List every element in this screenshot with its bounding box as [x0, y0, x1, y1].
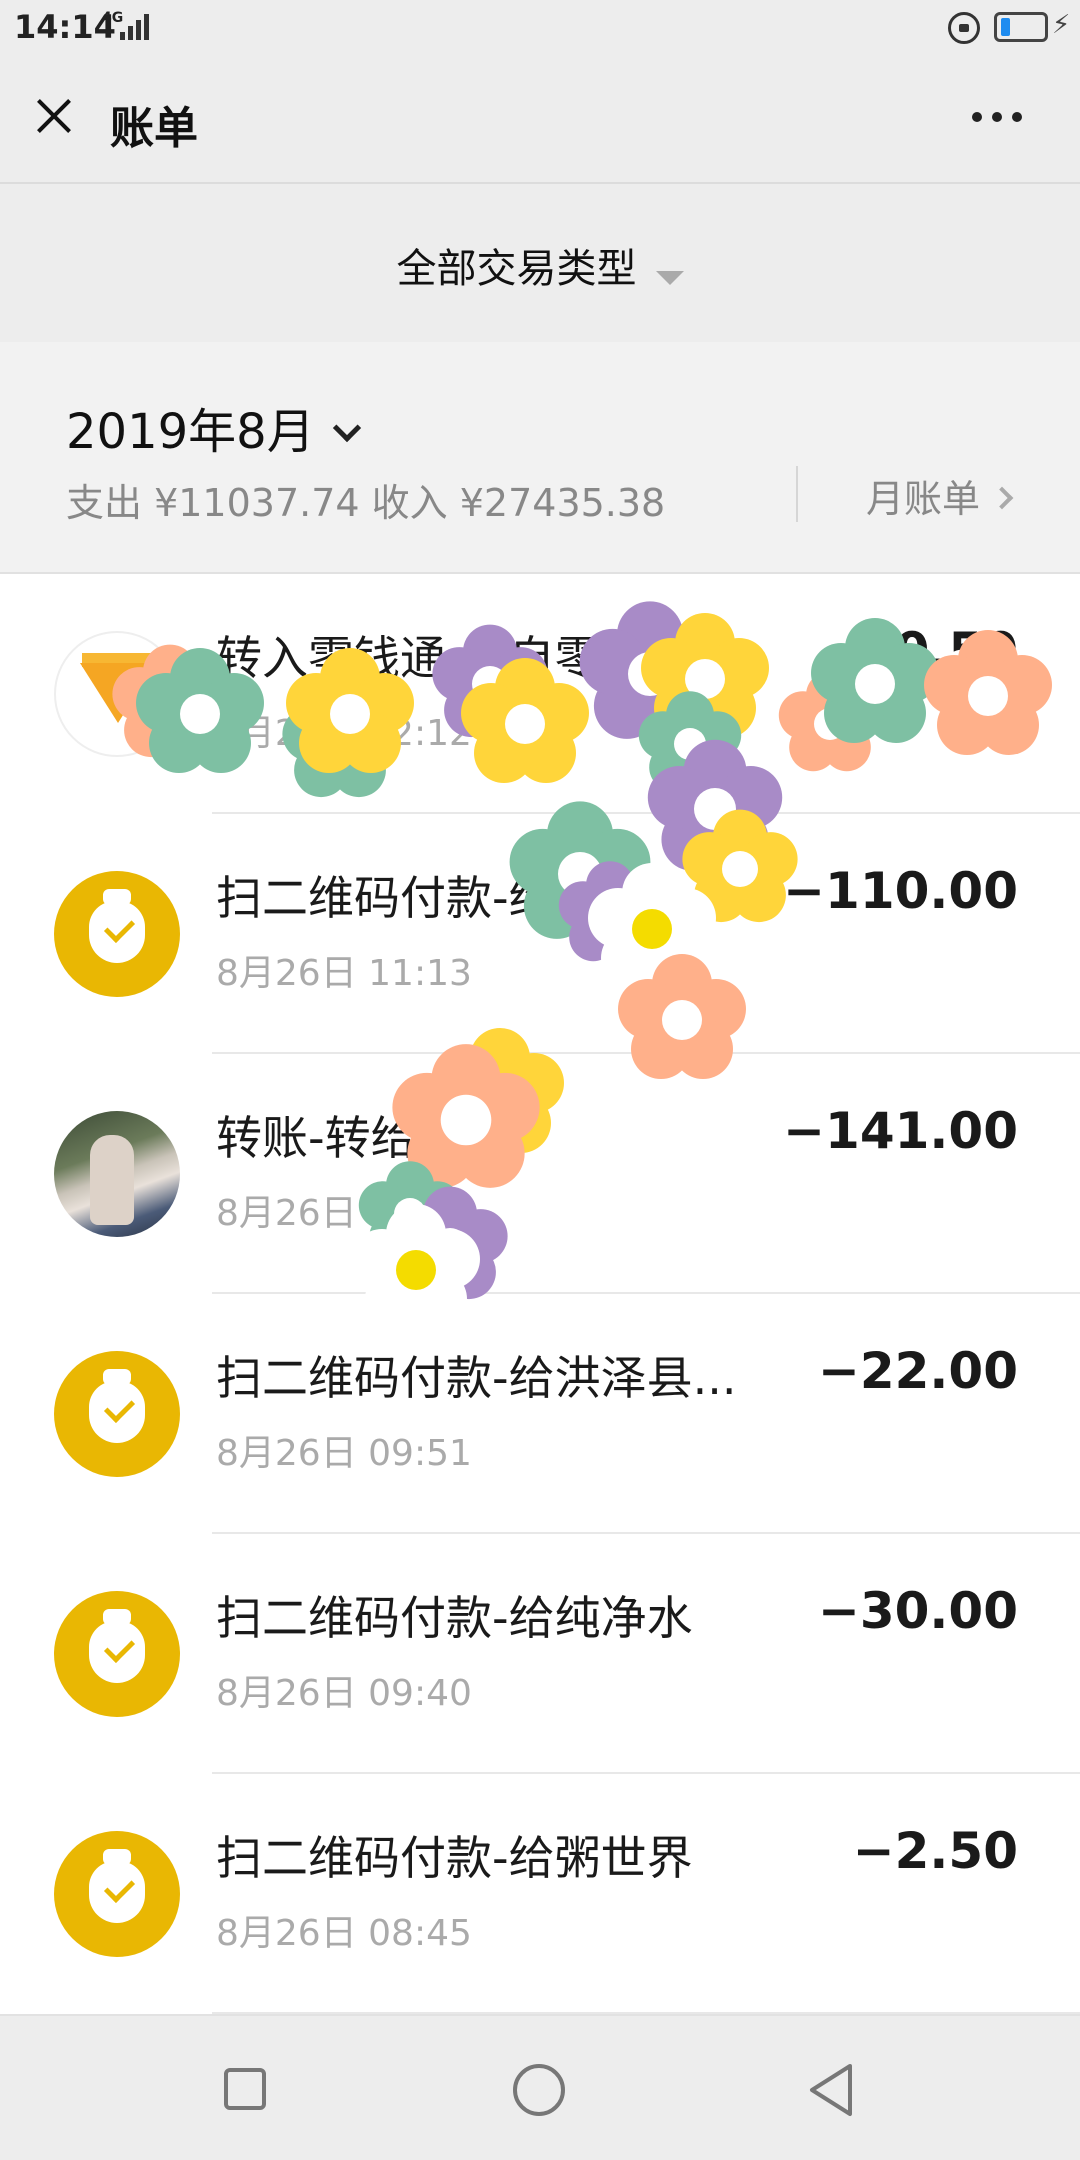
battery-icon: [994, 12, 1048, 42]
transaction-row[interactable]: 扫二维码付款-给 8月26日 11:13 −110.00: [0, 814, 1080, 1054]
transaction-row[interactable]: 转账-转给 8月26日 −141.00: [0, 1054, 1080, 1294]
nav-bar: 账单: [0, 56, 1080, 184]
transaction-row[interactable]: 扫二维码付款-给粥世界 8月26日 08:45 −2.50: [0, 1774, 1080, 2014]
divider: [796, 466, 798, 522]
transaction-title: 扫二维码付款-给: [216, 871, 555, 925]
user-avatar: [54, 1111, 180, 1237]
money-bag-icon: [54, 1351, 180, 1477]
transaction-row[interactable]: 转入零钱通-来自零钱 8月26日 12:12 -20.50: [0, 574, 1080, 814]
money-bag-icon: [54, 871, 180, 997]
transaction-row[interactable]: 扫二维码付款-给纯净水 8月26日 09:40 −30.00: [0, 1534, 1080, 1774]
status-bar: 14:14 4G ⚡: [0, 0, 1080, 56]
status-time: 14:14: [14, 8, 116, 46]
dropdown-arrow-icon: [655, 270, 684, 285]
diamond-icon: [54, 631, 180, 757]
month-title: 2019年8月: [66, 404, 315, 460]
monthly-bill-link[interactable]: 月账单: [866, 468, 1014, 523]
money-bag-icon: [54, 1591, 180, 1717]
recent-apps-icon[interactable]: [224, 2068, 266, 2110]
transaction-title: 转入零钱通-来自零钱: [216, 631, 647, 685]
transaction-time: 8月26日: [216, 1193, 357, 1234]
close-icon[interactable]: [24, 86, 84, 146]
rotation-lock-icon: [948, 12, 980, 44]
home-icon[interactable]: [513, 2064, 565, 2116]
transaction-amount: −30.00: [817, 1582, 1018, 1640]
month-totals: 支出 ¥11037.74 收入 ¥27435.38: [66, 481, 666, 525]
transaction-amount: −22.00: [817, 1342, 1018, 1400]
transaction-amount: −2.50: [852, 1822, 1018, 1880]
back-icon[interactable]: [806, 2062, 858, 2118]
transaction-amount: −141.00: [783, 1102, 1018, 1160]
transaction-time: 8月26日 09:40: [216, 1673, 472, 1714]
filter-label: 全部交易类型: [396, 246, 637, 292]
system-navigation-bar: [0, 2014, 1080, 2160]
transaction-time: 8月26日 11:13: [216, 953, 472, 994]
signal-icon: [120, 14, 149, 40]
more-options-icon[interactable]: [972, 112, 1022, 122]
charging-icon: ⚡: [1052, 10, 1071, 40]
money-bag-icon: [54, 1831, 180, 1957]
transaction-list: 转入零钱通-来自零钱 8月26日 12:12 -20.50 扫二维码付款-给 8…: [0, 574, 1080, 2014]
transaction-time: 8月26日 09:51: [216, 1433, 472, 1474]
transaction-row[interactable]: 扫二维码付款-给洪泽县... 8月26日 09:51 −22.00: [0, 1294, 1080, 1534]
transaction-type-filter[interactable]: 全部交易类型: [0, 186, 1080, 342]
transaction-title: 扫二维码付款-给纯净水: [216, 1591, 693, 1645]
transaction-time: 8月26日 12:12: [216, 713, 472, 754]
transaction-amount: -20.50: [839, 622, 1018, 680]
chevron-right-icon: [990, 486, 1014, 510]
transaction-time: 8月26日 08:45: [216, 1913, 472, 1954]
transaction-title: 扫二维码付款-给洪泽县...: [216, 1351, 737, 1405]
page-title: 账单: [110, 103, 198, 154]
chevron-down-icon: [332, 413, 361, 443]
month-summary-section: 2019年8月 支出 ¥11037.74 收入 ¥27435.38 月账单: [0, 342, 1080, 574]
transaction-amount: −110.00: [783, 862, 1018, 920]
monthly-bill-label: 月账单: [866, 477, 981, 521]
transaction-title: 转账-转给: [216, 1111, 417, 1165]
month-selector[interactable]: 2019年8月: [66, 392, 361, 462]
transaction-title: 扫二维码付款-给粥世界: [216, 1831, 693, 1885]
